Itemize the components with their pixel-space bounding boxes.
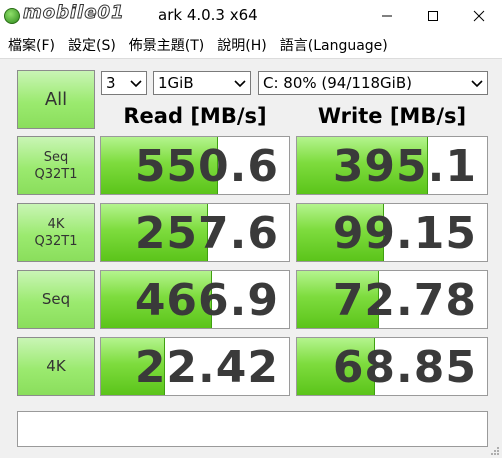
4k-write-result: 68.85 [296, 337, 488, 396]
seq-button[interactable]: Seq [17, 270, 95, 329]
write-value: 99.15 [332, 208, 477, 259]
window-title: ark 4.0.3 x64 [158, 6, 258, 24]
read-header: Read [MB/s] [123, 104, 267, 128]
app-icon[interactable] [4, 8, 20, 24]
close-icon [473, 10, 485, 21]
menu-help[interactable]: 說明(H) [217, 35, 266, 55]
chevron-down-icon [130, 80, 142, 88]
4k-q32t1-write-result: 99.15 [296, 203, 488, 262]
seq-q32t1-write-result: 395.1 [296, 136, 488, 195]
seq-write-result: 72.78 [296, 270, 488, 329]
menu-settings[interactable]: 設定(S) [68, 35, 116, 55]
menu-file[interactable]: 檔案(F) [8, 35, 55, 55]
drive-value: C: 80% (94/118GiB) [263, 74, 412, 92]
4k-q32t1-button[interactable]: 4K Q32T1 [17, 203, 95, 262]
write-header: Write [MB/s] [317, 104, 467, 128]
logo-watermark: mobile01 [23, 2, 125, 24]
test-count-select[interactable]: 3 [101, 71, 147, 95]
seq-q32t1-read-result: 550.6 [100, 136, 290, 195]
4k-q32t1-read-result: 257.6 [100, 203, 290, 262]
row-label-line1: 4K [46, 357, 66, 375]
close-button[interactable] [456, 0, 502, 31]
row-label-line1: 4K [47, 216, 65, 232]
drive-select[interactable]: C: 80% (94/118GiB) [258, 71, 488, 95]
test-size-value: 1GiB [158, 74, 194, 92]
test-size-select[interactable]: 1GiB [153, 71, 251, 95]
main-panel: All 3 1GiB C: 80% (94/118GiB) Read [MB/s… [0, 58, 502, 458]
row-label-line2: Q32T1 [34, 233, 78, 249]
4k-read-result: 22.42 [100, 337, 290, 396]
menu-language[interactable]: 語言(Language) [280, 35, 388, 55]
status-bar [17, 411, 488, 447]
4k-button[interactable]: 4K [17, 337, 95, 396]
title-bar: mobile01 ark 4.0.3 x64 [0, 0, 502, 31]
read-value: 257.6 [134, 208, 279, 259]
maximize-icon [428, 10, 438, 21]
menu-theme[interactable]: 佈景主題(T) [129, 35, 204, 55]
row-label-line1: Seq [41, 290, 71, 308]
minimize-icon [382, 15, 392, 16]
write-value: 395.1 [332, 141, 477, 192]
test-count-value: 3 [106, 74, 116, 92]
write-value: 68.85 [332, 342, 477, 393]
seq-read-result: 466.9 [100, 270, 290, 329]
read-value: 466.9 [134, 275, 279, 326]
row-label-line2: Q32T1 [34, 166, 78, 182]
menu-bar: 檔案(F) 設定(S) 佈景主題(T) 說明(H) 語言(Language) [0, 31, 502, 58]
read-value: 22.42 [134, 342, 279, 393]
chevron-down-icon [234, 80, 246, 88]
seq-q32t1-button[interactable]: Seq Q32T1 [17, 136, 95, 195]
maximize-button[interactable] [410, 0, 456, 31]
write-value: 72.78 [332, 275, 477, 326]
resize-grip-icon[interactable] [490, 446, 500, 456]
chevron-down-icon [471, 80, 483, 88]
all-button[interactable]: All [17, 70, 95, 129]
row-label-line1: Seq [43, 149, 69, 165]
minimize-button[interactable] [364, 0, 410, 31]
read-value: 550.6 [134, 141, 279, 192]
